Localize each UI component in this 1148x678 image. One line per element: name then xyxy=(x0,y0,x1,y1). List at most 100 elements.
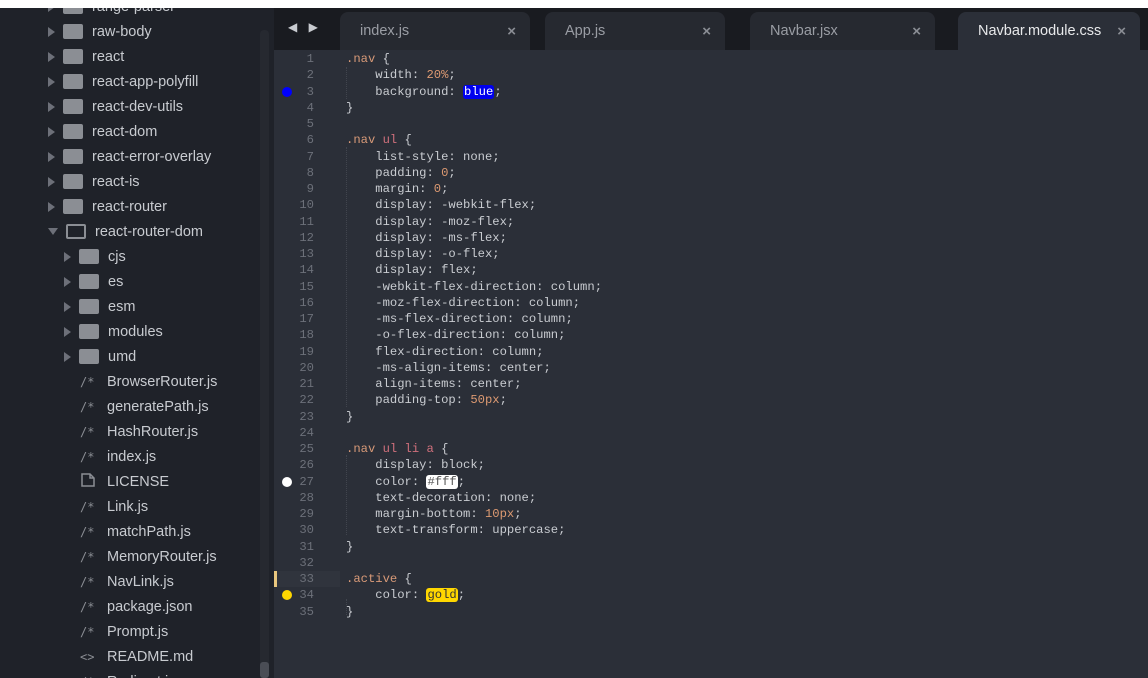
tab-app-js[interactable]: App.js × xyxy=(545,12,725,50)
code-text: background: blue; xyxy=(346,84,502,100)
chevron-right-icon[interactable] xyxy=(64,351,71,362)
tree-item[interactable]: <> README.md xyxy=(80,644,193,669)
tree-item[interactable]: react-app-polyfill xyxy=(48,69,198,94)
code-text: display: flex; xyxy=(346,262,477,278)
tree-item[interactable]: react xyxy=(48,44,124,69)
close-icon[interactable]: × xyxy=(912,23,921,40)
tree-item[interactable]: modules xyxy=(64,319,163,344)
token-punc: : xyxy=(411,68,427,83)
tree-item[interactable]: react-is xyxy=(48,169,140,194)
sidebar-scrollbar-thumb[interactable] xyxy=(260,662,269,678)
line-number: 12 xyxy=(299,230,314,245)
chevron-right-icon[interactable] xyxy=(48,26,55,37)
chevron-right-icon[interactable] xyxy=(64,326,71,337)
code-text: margin-bottom: 10px; xyxy=(346,506,521,522)
close-icon[interactable]: × xyxy=(1117,23,1126,40)
code-text: padding: 0; xyxy=(346,165,456,181)
line-number: 13 xyxy=(299,247,314,261)
token-prop: align-items xyxy=(346,377,456,391)
tree-item[interactable]: /* generatePath.js xyxy=(80,394,209,419)
token-val: -moz-flex xyxy=(441,214,507,229)
folder-icon xyxy=(79,324,99,339)
tree-item[interactable]: umd xyxy=(64,344,136,369)
chevron-right-icon[interactable] xyxy=(48,101,55,112)
line-number: 10 xyxy=(299,198,314,213)
chevron-right-icon[interactable] xyxy=(48,126,55,137)
token-punc: ; xyxy=(448,165,456,180)
color-swatch-dot-icon xyxy=(282,476,292,487)
line-number: 27 xyxy=(299,474,314,489)
token-val: block xyxy=(441,458,478,473)
token-val: center xyxy=(499,360,544,375)
tree-item[interactable]: react-error-overlay xyxy=(48,144,211,169)
tree-item[interactable]: LICENSE xyxy=(80,469,169,494)
code-editor[interactable]: 1 .nav {2 width: 20%; 3 background: blue; 4… xyxy=(274,50,1148,678)
tree-item[interactable]: /* MemoryRouter.js xyxy=(80,544,217,569)
token-punc: } xyxy=(346,604,354,619)
chevron-right-icon[interactable] xyxy=(48,76,55,87)
tab-navbar-jsx[interactable]: Navbar.jsx × xyxy=(750,12,935,50)
chevron-right-icon[interactable] xyxy=(48,151,55,162)
line-number: 14 xyxy=(299,263,314,278)
tree-item[interactable]: react-dom xyxy=(48,119,157,144)
tab-nav-arrows[interactable]: ◀ ▶ xyxy=(288,20,322,34)
js-file-icon: /* xyxy=(80,374,95,389)
tree-item[interactable]: es xyxy=(64,269,123,294)
chevron-right-icon[interactable] xyxy=(64,276,71,287)
chevron-right-icon[interactable] xyxy=(64,251,71,262)
token-punc: : xyxy=(536,279,551,294)
tree-item[interactable]: /* package.json xyxy=(80,594,192,619)
token-num: 20% xyxy=(426,68,449,83)
code-line: 28 text-decoration: none; xyxy=(274,490,1148,506)
close-icon[interactable]: × xyxy=(702,23,711,40)
folder-icon xyxy=(63,199,83,214)
token-val: -o-flex xyxy=(441,247,493,261)
tree-item[interactable]: /* HashRouter.js xyxy=(80,419,198,444)
tree-item[interactable]: /* NavLink.js xyxy=(80,569,174,594)
token-num: 10px xyxy=(484,507,515,521)
code-line: 35} xyxy=(274,604,1148,620)
folder-icon xyxy=(79,274,99,289)
tab-index-js[interactable]: index.js × xyxy=(340,12,530,50)
code-text: display: block; xyxy=(346,457,485,473)
tree-item-label: Link.js xyxy=(107,498,149,515)
sidebar-scrollbar[interactable] xyxy=(260,30,269,678)
chevron-right-icon[interactable] xyxy=(48,176,55,187)
chevron-right-icon[interactable] xyxy=(48,201,55,212)
tree-item[interactable]: esm xyxy=(64,294,135,319)
tree-item[interactable]: raw-body xyxy=(48,19,152,44)
token-punc: : xyxy=(426,198,442,213)
tree-item[interactable]: /* Prompt.js xyxy=(80,619,168,644)
token-prop: padding xyxy=(346,165,427,180)
code-text: } xyxy=(346,409,353,425)
tree-item[interactable]: react-router-dom xyxy=(48,219,203,244)
chevron-right-icon[interactable] xyxy=(48,51,55,62)
token-prop: padding-top xyxy=(346,393,456,408)
tree-item[interactable]: cjs xyxy=(64,244,126,269)
code-line: 11 display: -moz-flex; xyxy=(274,214,1148,230)
token-val: flex xyxy=(441,263,471,278)
tree-item[interactable]: react-router xyxy=(48,194,167,219)
close-icon[interactable]: × xyxy=(507,23,516,40)
tab-navbar-module-css[interactable]: Navbar.module.css × xyxy=(958,12,1140,50)
folder-icon xyxy=(79,349,99,364)
code-line: 9 margin: 0; xyxy=(274,181,1148,197)
tree-item[interactable]: /* BrowserRouter.js xyxy=(80,369,217,394)
code-text: -ms-align-items: center; xyxy=(346,360,551,376)
chevron-right-icon[interactable] xyxy=(64,301,71,312)
code-text: } xyxy=(346,100,353,116)
tree-item[interactable]: /* index.js xyxy=(80,444,156,469)
line-number: 33 xyxy=(274,571,340,587)
tree-item[interactable]: react-dev-utils xyxy=(48,94,183,119)
color-value: #fff xyxy=(426,474,458,489)
chevron-down-icon[interactable] xyxy=(48,228,58,235)
tree-item[interactable]: range-parser xyxy=(48,8,175,19)
color-swatch-dot-icon xyxy=(282,86,292,97)
token-prop: margin xyxy=(346,182,420,196)
tree-item[interactable]: /* matchPath.js xyxy=(80,519,191,544)
tree-item[interactable]: /* Redirect.js xyxy=(80,669,176,678)
js-file-icon: /* xyxy=(80,424,95,439)
tree-item[interactable]: /* Link.js xyxy=(80,494,148,519)
chevron-right-icon[interactable] xyxy=(48,8,55,12)
code-line: 4} xyxy=(274,100,1148,116)
